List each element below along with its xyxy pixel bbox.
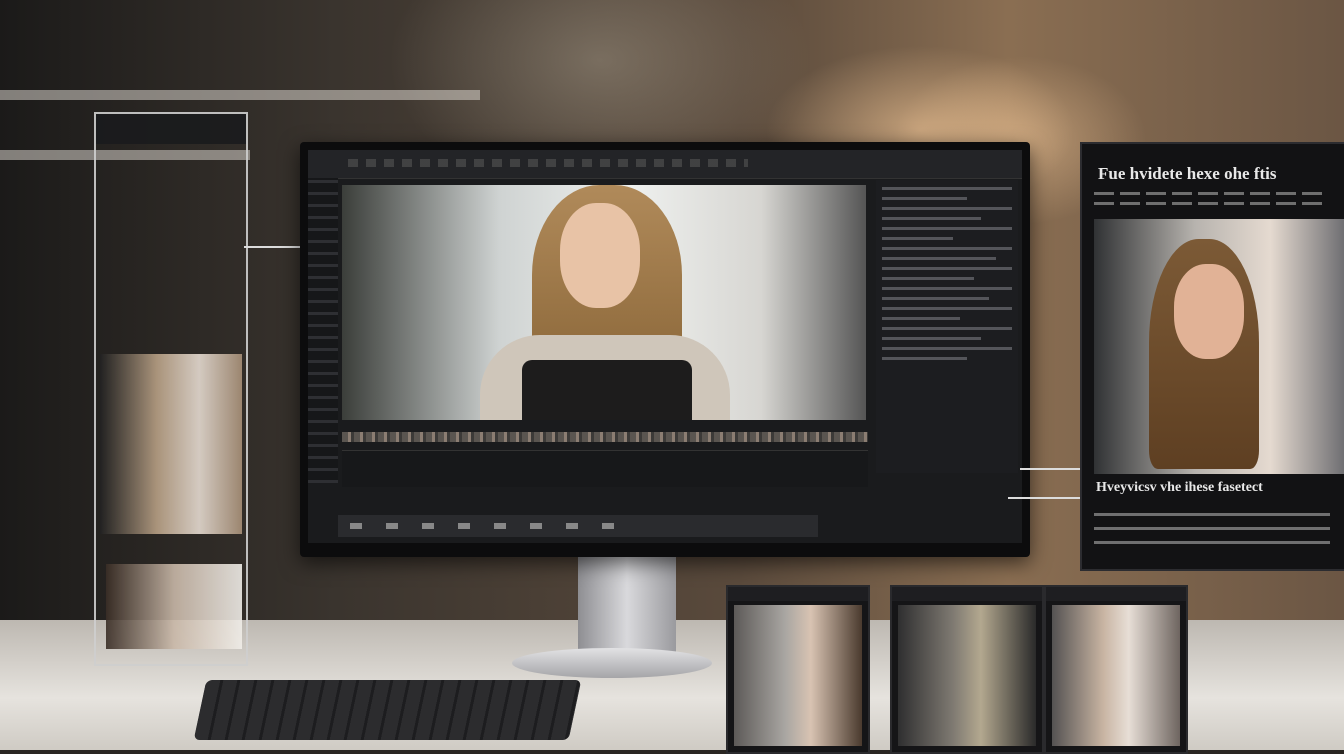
monitor-stand-base	[512, 648, 712, 678]
shelf	[0, 90, 480, 100]
card-caption: Hveyvicsv vhe ihese fasetect	[1096, 480, 1263, 495]
properties-panel	[876, 180, 1018, 473]
card-title: Fue hvidete hexe ohe ftis	[1098, 164, 1277, 183]
card-subtitle-lines	[1094, 192, 1324, 212]
timeline-clip-strip[interactable]	[342, 432, 868, 442]
timeline-tracks[interactable]	[342, 450, 868, 487]
main-monitor	[300, 142, 1030, 557]
thumbnail	[726, 585, 870, 754]
keyboard	[193, 680, 582, 740]
video-editor-screen	[308, 150, 1022, 543]
card-photo	[1094, 219, 1344, 474]
video-preview	[342, 185, 866, 420]
transport-controls[interactable]	[338, 515, 818, 537]
editor-toolbar	[308, 150, 1022, 179]
editor-tool-column	[308, 178, 338, 483]
left-overlay-photo	[100, 354, 242, 534]
left-overlay-panel	[94, 112, 248, 666]
left-overlay-photo	[106, 564, 242, 649]
woman-apron	[522, 360, 692, 420]
right-article-card: Fue hvidete hexe ohe ftis Hveyvicsv vhe …	[1080, 142, 1344, 571]
woman-face	[560, 203, 640, 308]
card-body-text	[1094, 509, 1330, 553]
thumbnail	[1044, 585, 1188, 754]
left-overlay-toolbar	[96, 114, 246, 144]
thumbnail	[890, 585, 1044, 754]
